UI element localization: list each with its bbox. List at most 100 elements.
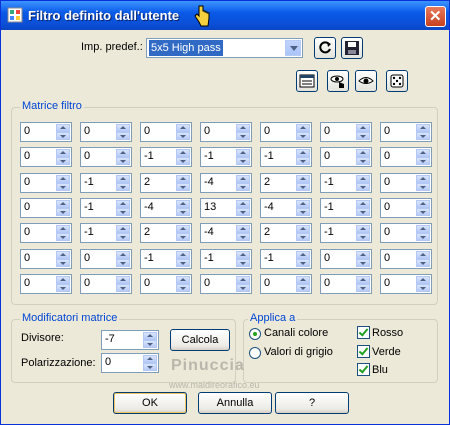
matrix-cell[interactable]: 0 bbox=[20, 249, 72, 269]
matrix-cell[interactable]: 0 bbox=[80, 147, 132, 167]
matrix-cell[interactable]: -1 bbox=[260, 249, 312, 269]
spin-down-icon[interactable] bbox=[176, 132, 190, 140]
spin-down-icon[interactable] bbox=[296, 284, 310, 292]
spin-down-icon[interactable] bbox=[56, 157, 70, 165]
spin-up-icon[interactable] bbox=[296, 251, 310, 259]
spin-up-icon[interactable] bbox=[416, 225, 430, 233]
spin-up-icon[interactable] bbox=[176, 251, 190, 259]
spin-up-icon[interactable] bbox=[416, 251, 430, 259]
matrix-cell[interactable]: -1 bbox=[80, 173, 132, 193]
divisor-spinner[interactable]: -7 bbox=[101, 330, 159, 350]
spin-down-icon[interactable] bbox=[296, 157, 310, 165]
spin-up-icon[interactable] bbox=[296, 276, 310, 284]
spin-up-icon[interactable] bbox=[56, 251, 70, 259]
spin-down-icon[interactable] bbox=[416, 284, 430, 292]
spin-down-icon[interactable] bbox=[416, 208, 430, 216]
spin-up-icon[interactable] bbox=[296, 175, 310, 183]
spin-up-icon[interactable] bbox=[56, 225, 70, 233]
matrix-cell[interactable]: 2 bbox=[260, 173, 312, 193]
spin-up-icon[interactable] bbox=[356, 200, 370, 208]
spin-up-icon[interactable] bbox=[176, 124, 190, 132]
grey-values-radio[interactable] bbox=[249, 347, 261, 359]
spin-up-icon[interactable] bbox=[296, 124, 310, 132]
matrix-cell[interactable]: 0 bbox=[320, 147, 372, 167]
spin-down-icon[interactable] bbox=[296, 259, 310, 267]
spin-down-icon[interactable] bbox=[236, 259, 250, 267]
spin-down-icon[interactable] bbox=[236, 183, 250, 191]
red-checkbox[interactable] bbox=[357, 326, 370, 339]
matrix-cell[interactable]: 0 bbox=[20, 223, 72, 243]
spin-down-icon[interactable] bbox=[116, 183, 130, 191]
spin-up-icon[interactable] bbox=[236, 251, 250, 259]
save-preset-button[interactable] bbox=[341, 37, 363, 59]
spin-down-icon[interactable] bbox=[296, 233, 310, 241]
matrix-cell[interactable]: -1 bbox=[320, 173, 372, 193]
matrix-cell[interactable]: -4 bbox=[200, 223, 252, 243]
spin-up-icon[interactable] bbox=[356, 276, 370, 284]
matrix-cell[interactable]: 0 bbox=[140, 122, 192, 142]
spin-up-icon[interactable] bbox=[416, 175, 430, 183]
spin-down-icon[interactable] bbox=[116, 233, 130, 241]
spin-up-icon[interactable] bbox=[236, 149, 250, 157]
spin-up-icon[interactable] bbox=[56, 175, 70, 183]
matrix-cell[interactable]: 0 bbox=[380, 122, 432, 142]
matrix-cell[interactable]: 2 bbox=[260, 223, 312, 243]
spin-up-icon[interactable] bbox=[56, 124, 70, 132]
matrix-cell[interactable]: 0 bbox=[260, 122, 312, 142]
spin-down-icon[interactable] bbox=[356, 233, 370, 241]
spin-up-icon[interactable] bbox=[143, 355, 157, 363]
matrix-cell[interactable]: 0 bbox=[320, 274, 372, 294]
matrix-cell[interactable]: -1 bbox=[320, 223, 372, 243]
spin-up-icon[interactable] bbox=[176, 276, 190, 284]
matrix-cell[interactable]: -1 bbox=[80, 198, 132, 218]
proof-button[interactable] bbox=[355, 70, 377, 92]
matrix-cell[interactable]: -1 bbox=[200, 147, 252, 167]
spin-up-icon[interactable] bbox=[116, 175, 130, 183]
spin-down-icon[interactable] bbox=[236, 233, 250, 241]
spin-down-icon[interactable] bbox=[56, 183, 70, 191]
blue-checkbox[interactable] bbox=[357, 363, 370, 376]
spin-down-icon[interactable] bbox=[416, 259, 430, 267]
preset-dropdown[interactable]: 5x5 High pass bbox=[146, 38, 303, 58]
spin-down-icon[interactable] bbox=[116, 259, 130, 267]
matrix-cell[interactable]: 0 bbox=[380, 198, 432, 218]
spin-up-icon[interactable] bbox=[296, 225, 310, 233]
spin-up-icon[interactable] bbox=[116, 276, 130, 284]
matrix-cell[interactable]: 0 bbox=[20, 173, 72, 193]
spin-up-icon[interactable] bbox=[176, 200, 190, 208]
spin-up-icon[interactable] bbox=[176, 175, 190, 183]
matrix-cell[interactable]: 0 bbox=[200, 122, 252, 142]
spin-up-icon[interactable] bbox=[416, 200, 430, 208]
color-channels-radio[interactable] bbox=[249, 328, 261, 340]
spin-down-icon[interactable] bbox=[176, 259, 190, 267]
spin-up-icon[interactable] bbox=[236, 276, 250, 284]
spin-up-icon[interactable] bbox=[356, 251, 370, 259]
spin-down-icon[interactable] bbox=[236, 157, 250, 165]
spin-down-icon[interactable] bbox=[56, 132, 70, 140]
spin-down-icon[interactable] bbox=[176, 233, 190, 241]
spin-down-icon[interactable] bbox=[236, 208, 250, 216]
spin-down-icon[interactable] bbox=[116, 284, 130, 292]
matrix-cell[interactable]: 0 bbox=[140, 274, 192, 294]
spin-down-icon[interactable] bbox=[56, 208, 70, 216]
spin-down-icon[interactable] bbox=[296, 208, 310, 216]
matrix-cell[interactable]: 0 bbox=[200, 274, 252, 294]
spin-down-icon[interactable] bbox=[56, 233, 70, 241]
chevron-down-icon[interactable] bbox=[285, 40, 301, 56]
matrix-cell[interactable]: 13 bbox=[200, 198, 252, 218]
spin-up-icon[interactable] bbox=[56, 200, 70, 208]
matrix-cell[interactable]: 0 bbox=[380, 249, 432, 269]
spin-up-icon[interactable] bbox=[236, 200, 250, 208]
spin-up-icon[interactable] bbox=[356, 149, 370, 157]
matrix-cell[interactable]: -4 bbox=[140, 198, 192, 218]
matrix-cell[interactable]: -4 bbox=[200, 173, 252, 193]
spin-down-icon[interactable] bbox=[416, 157, 430, 165]
bias-spinner[interactable]: 0 bbox=[101, 353, 159, 373]
spin-up-icon[interactable] bbox=[56, 276, 70, 284]
spin-up-icon[interactable] bbox=[296, 200, 310, 208]
spin-down-icon[interactable] bbox=[176, 183, 190, 191]
matrix-cell[interactable]: 0 bbox=[20, 122, 72, 142]
spin-down-icon[interactable] bbox=[356, 208, 370, 216]
spin-up-icon[interactable] bbox=[116, 225, 130, 233]
spin-down-icon[interactable] bbox=[356, 157, 370, 165]
